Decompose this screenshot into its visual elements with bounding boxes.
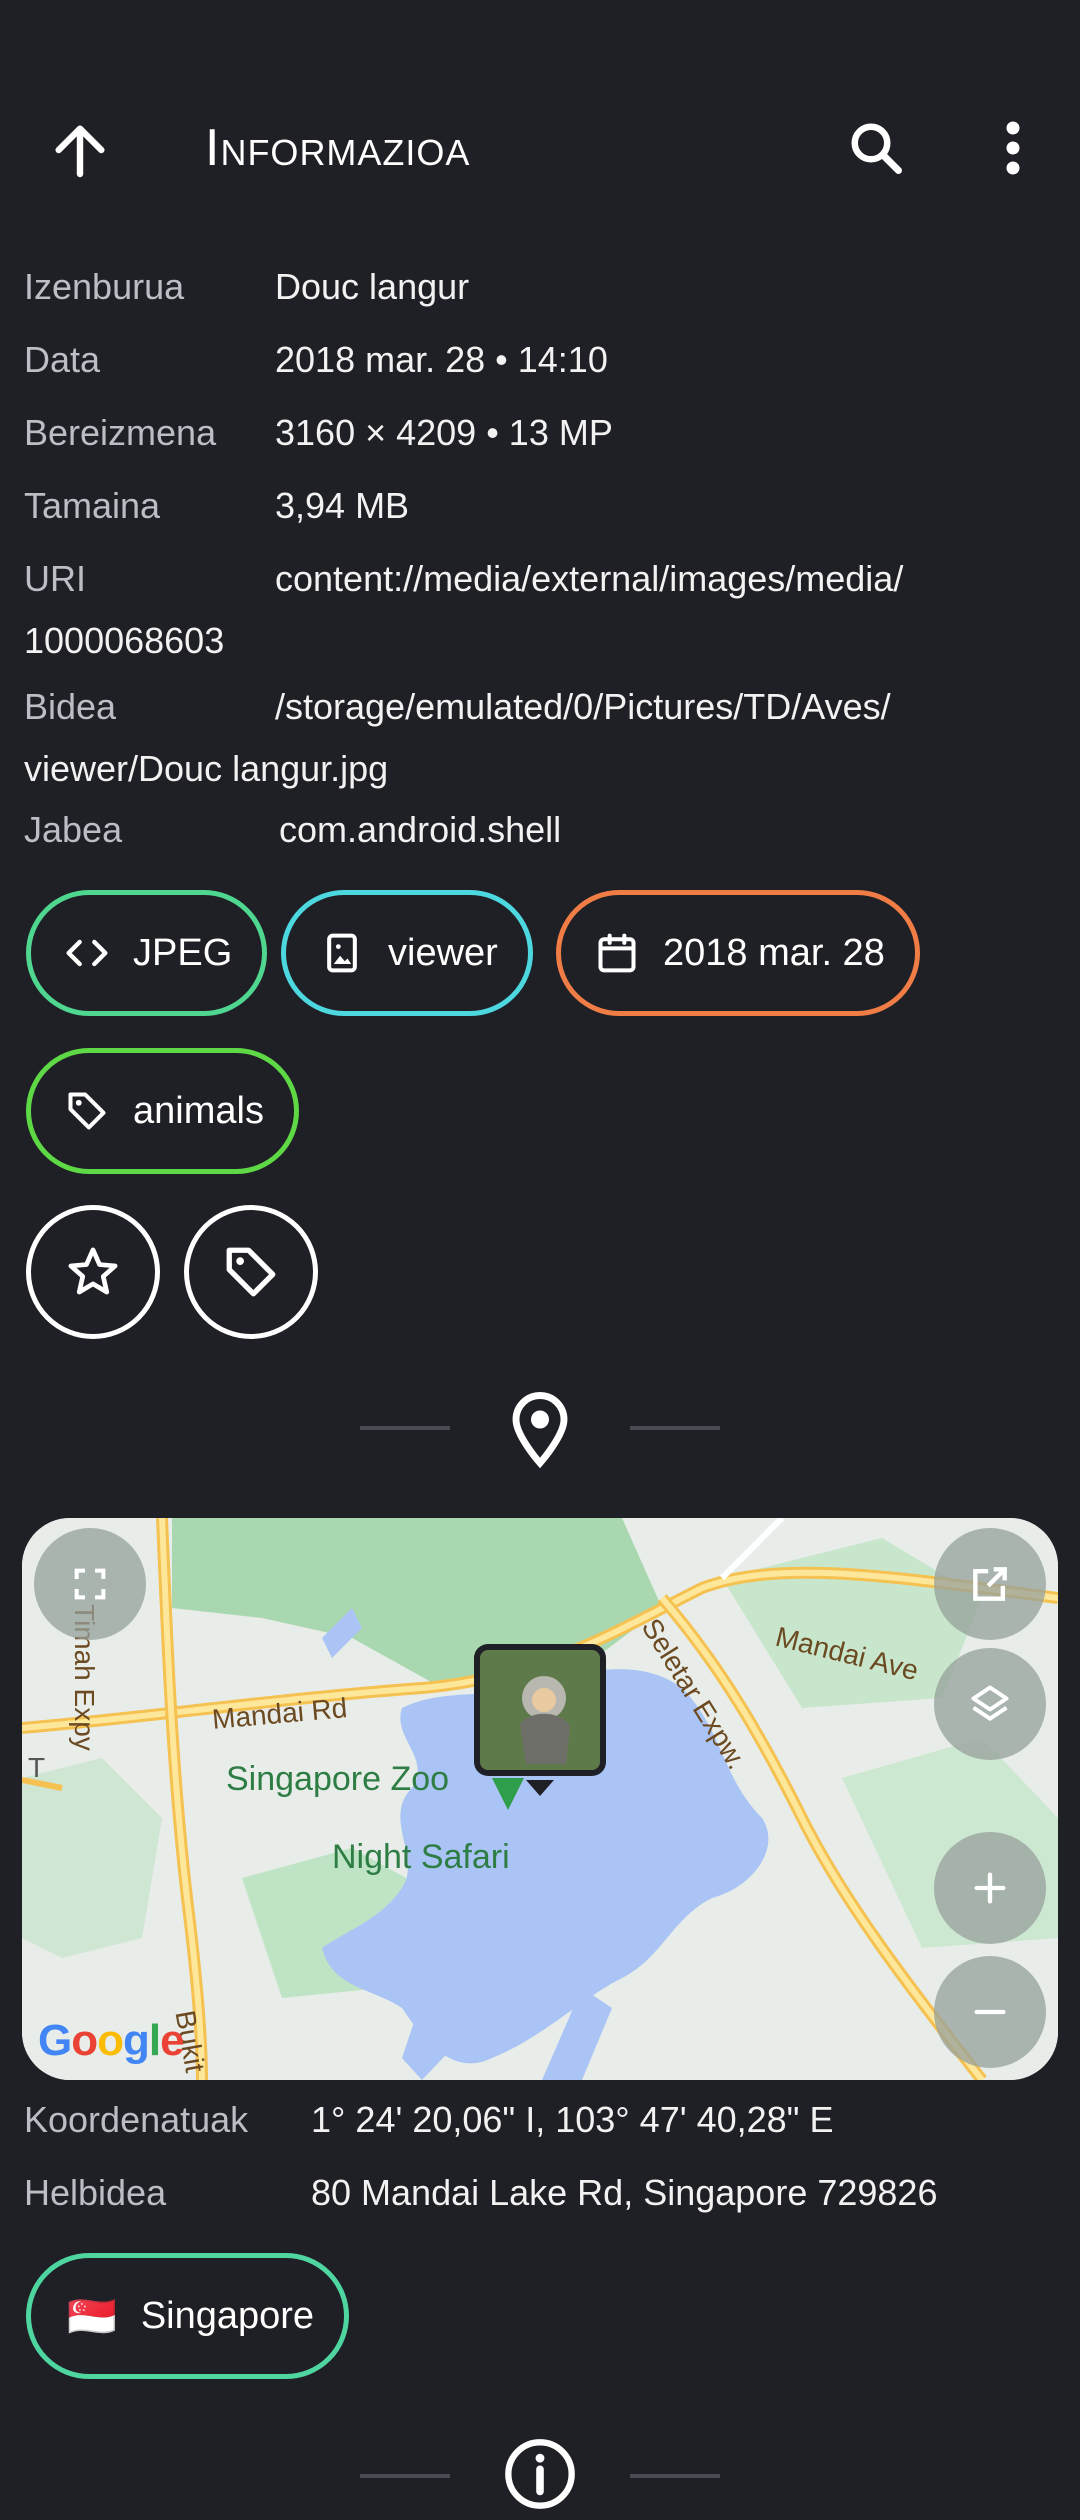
edit-tags-button[interactable] [184, 1205, 318, 1339]
title-value: Douc langur [275, 266, 470, 307]
page-title: Informazioa [205, 119, 471, 177]
location-pin-icon [504, 1390, 576, 1475]
country-chip[interactable]: 🇸🇬 Singapore [26, 2253, 350, 2379]
tag-icon [68, 1092, 106, 1130]
format-chip[interactable]: JPEG [26, 890, 268, 1016]
open-external-icon [973, 1567, 1007, 1601]
map-open-external-button[interactable] [934, 1528, 1046, 1640]
country-chip-label: Singapore [140, 2294, 315, 2337]
size-label: Tamaina [24, 485, 161, 526]
star-icon [68, 1247, 118, 1295]
fullscreen-icon [74, 1568, 106, 1600]
plus-icon [974, 1872, 1006, 1904]
map-label-zoo: Singapore Zoo [226, 1760, 450, 1798]
path-value: /storage/emulated/0/Pictures/TD/Aves/ [275, 686, 891, 727]
info-icon [502, 2436, 578, 2517]
layers-icon [971, 1685, 1009, 1721]
uri-value: content://media/external/images/media/ [275, 558, 904, 599]
resolution-label: Bereizmena [24, 412, 217, 453]
more-options-icon[interactable] [996, 118, 1030, 178]
owner-value: com.android.shell [279, 809, 562, 850]
uri-value-continued: 1000068603 [24, 620, 225, 661]
favourite-button[interactable] [26, 1205, 160, 1339]
map-view[interactable]: Timah Expy Mandai Rd Mandai Ave Seletar … [22, 1518, 1058, 2080]
format-chip-label: JPEG [133, 931, 233, 974]
map-zoom-out-button[interactable] [934, 1956, 1046, 2068]
map-fullscreen-button[interactable] [34, 1528, 146, 1640]
map-zoom-in-button[interactable] [934, 1832, 1046, 1944]
album-chip-label: viewer [388, 931, 498, 974]
bottom-divider-left [360, 2474, 450, 2478]
section-divider-right [630, 1426, 720, 1430]
section-divider-left [360, 1426, 450, 1430]
address-value: 80 Mandai Lake Rd, Singapore 729826 [311, 2172, 938, 2213]
title-label: Izenburua [24, 266, 185, 307]
back-arrow-icon[interactable] [48, 118, 112, 182]
map-label-night-safari: Night Safari [332, 1838, 510, 1876]
resolution-value: 3160 × 4209 • 13 MP [275, 412, 613, 453]
image-bookmark-icon [327, 933, 357, 973]
owner-label: Jabea [24, 809, 123, 850]
map-pin-icon [488, 1774, 528, 1819]
date-chip-label: 2018 mar. 28 [663, 931, 885, 974]
uri-label: URI [24, 558, 86, 599]
map-layers-button[interactable] [934, 1648, 1046, 1760]
coordinates-label: Koordenatuak [24, 2099, 249, 2140]
address-label: Helbidea [24, 2172, 167, 2213]
map-label-t: T [28, 1752, 46, 1783]
coordinates-value: 1° 24' 20,06" I, 103° 47' 40,28" E [311, 2099, 834, 2140]
code-icon [66, 939, 108, 967]
date-chip[interactable]: 2018 mar. 28 [556, 890, 920, 1016]
date-label: Data [24, 339, 101, 380]
path-value-continued: viewer/Douc langur.jpg [24, 748, 389, 789]
tag-chip-label: animals [133, 1089, 264, 1132]
tag-icon [226, 1247, 276, 1297]
date-value: 2018 mar. 28 • 14:10 [275, 339, 608, 380]
path-label: Bidea [24, 686, 117, 727]
country-flag-icon: 🇸🇬 [67, 2294, 117, 2339]
album-chip[interactable]: viewer [281, 890, 533, 1016]
search-icon[interactable] [846, 118, 906, 178]
calendar-icon [598, 933, 636, 973]
minus-icon [974, 2009, 1006, 2015]
size-value: 3,94 MB [275, 485, 410, 526]
google-logo: Google [38, 2016, 185, 2065]
bottom-divider-right [630, 2474, 720, 2478]
tag-chip[interactable]: animals [26, 1048, 299, 1174]
